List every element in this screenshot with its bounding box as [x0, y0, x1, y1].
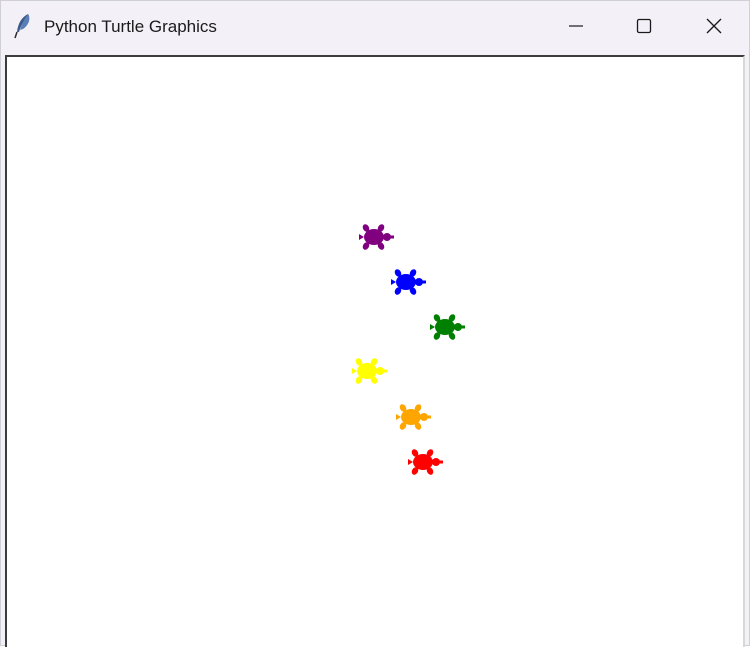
close-icon: [706, 18, 722, 34]
window-title: Python Turtle Graphics: [44, 17, 217, 36]
maximize-button[interactable]: [621, 1, 667, 51]
turtle-icon: [408, 449, 443, 475]
turtle-window: Python Turtle Graphics: [0, 0, 750, 647]
feather-icon: [14, 14, 30, 39]
minimize-button[interactable]: [553, 1, 599, 51]
close-button[interactable]: [691, 1, 737, 51]
minimize-icon: [569, 25, 583, 27]
title-bar[interactable]: Python Turtle Graphics: [1, 1, 749, 51]
turtle-icon: [396, 404, 431, 430]
turtle-icon: [352, 358, 387, 384]
turtle-icon: [391, 269, 426, 295]
turtle-icon: [359, 224, 394, 250]
turtle-icon: [430, 314, 465, 340]
turtle-canvas[interactable]: [7, 57, 743, 647]
turtle-canvas-frame: [5, 55, 745, 647]
maximize-icon: [636, 18, 652, 34]
